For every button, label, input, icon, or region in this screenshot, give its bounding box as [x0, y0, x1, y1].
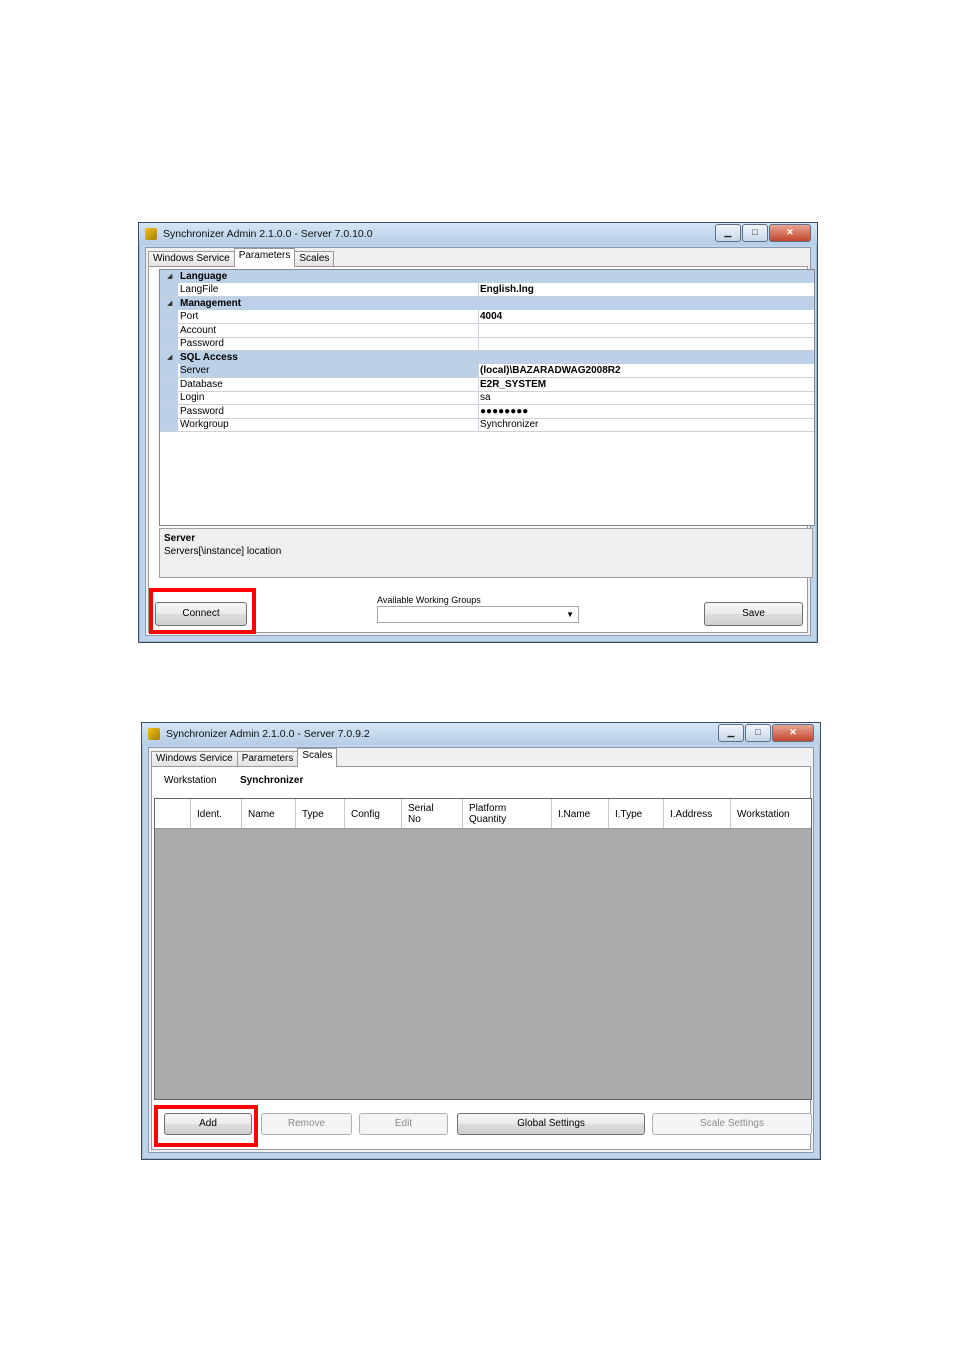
property-name: Password	[180, 405, 479, 418]
maximize-icon[interactable]: □	[745, 724, 771, 742]
window-client: Windows Service Parameters Scales ◢ Lang…	[145, 247, 815, 636]
maximize-icon[interactable]: □	[742, 224, 768, 242]
table-header: Ident. Name Type Config Serial No Platfo…	[155, 799, 811, 829]
column-header-config[interactable]: Config	[345, 799, 402, 828]
title-bar[interactable]: Synchronizer Admin 2.1.0.0 - Server 7.0.…	[139, 223, 817, 245]
save-button[interactable]: Save	[704, 602, 803, 626]
category-management[interactable]: ◢ Management	[160, 297, 814, 310]
tab-parameters[interactable]: Parameters	[233, 248, 296, 267]
connect-highlight	[149, 588, 256, 634]
category-label: Language	[180, 271, 228, 282]
tab-parameters[interactable]: Parameters	[236, 751, 299, 767]
column-header-type[interactable]: Type	[296, 799, 345, 828]
parameters-window: Synchronizer Admin 2.1.0.0 - Server 7.0.…	[138, 222, 818, 643]
app-icon	[145, 228, 157, 240]
description-panel: Server Servers[\instance] location	[159, 528, 813, 578]
property-name: LangFile	[180, 283, 479, 296]
property-row-sql-password[interactable]: Password ●●●●●●●●	[160, 405, 814, 419]
property-value[interactable]: English.lng	[480, 283, 534, 296]
row-header-column	[155, 799, 191, 828]
column-header-itype[interactable]: I.Type	[609, 799, 664, 828]
column-header-iname[interactable]: I.Name	[552, 799, 609, 828]
remove-button[interactable]: Remove	[261, 1113, 352, 1135]
property-row-port[interactable]: Port 4004	[160, 310, 814, 324]
tab-strip: Windows Service Parameters Scales	[151, 748, 338, 767]
column-header-serial-no[interactable]: Serial No	[402, 799, 463, 828]
property-grid[interactable]: ◢ Language LangFile English.lng ◢ Manage…	[159, 269, 815, 526]
tab-windows-service[interactable]: Windows Service	[148, 251, 235, 267]
property-name: Password	[180, 337, 479, 350]
property-row-password[interactable]: Password	[160, 337, 814, 351]
collapse-arrow-icon[interactable]: ◢	[167, 353, 172, 361]
close-icon[interactable]: ✕	[772, 724, 814, 742]
tab-strip: Windows Service Parameters Scales	[148, 248, 335, 267]
category-label: Management	[180, 298, 242, 309]
edit-button[interactable]: Edit	[359, 1113, 448, 1135]
scale-settings-button[interactable]: Scale Settings	[652, 1113, 812, 1135]
window-client: Windows Service Parameters Scales Workst…	[148, 747, 814, 1153]
window-title: Synchronizer Admin 2.1.0.0 - Server 7.0.…	[166, 728, 370, 740]
tab-scales[interactable]: Scales	[294, 251, 335, 267]
collapse-arrow-icon[interactable]: ◢	[167, 272, 172, 280]
property-name: Login	[180, 391, 479, 404]
property-name: Port	[180, 310, 479, 323]
workstation-value: Synchronizer	[240, 775, 304, 786]
title-bar[interactable]: Synchronizer Admin 2.1.0.0 - Server 7.0.…	[142, 723, 820, 745]
window-title: Synchronizer Admin 2.1.0.0 - Server 7.0.…	[163, 228, 373, 240]
property-value[interactable]: E2R_SYSTEM	[480, 378, 546, 391]
working-groups-dropdown[interactable]: ▼	[377, 606, 579, 623]
property-row-account[interactable]: Account	[160, 324, 814, 338]
add-highlight	[154, 1105, 258, 1147]
parameters-page: ◢ Language LangFile English.lng ◢ Manage…	[148, 266, 815, 633]
property-value[interactable]: Synchronizer	[480, 418, 538, 431]
category-sql-access[interactable]: ◢ SQL Access	[160, 351, 814, 364]
tab-windows-service[interactable]: Windows Service	[151, 751, 238, 767]
column-header-workstation[interactable]: Workstation	[731, 799, 810, 828]
global-settings-button[interactable]: Global Settings	[457, 1113, 645, 1135]
property-row-langfile[interactable]: LangFile English.lng	[160, 283, 814, 297]
dropdown-arrow-icon[interactable]: ▼	[566, 610, 574, 619]
workstation-label: Workstation	[164, 775, 217, 786]
scales-window: Synchronizer Admin 2.1.0.0 - Server 7.0.…	[141, 722, 821, 1160]
column-header-iaddress[interactable]: I.Address	[664, 799, 731, 828]
tab-scales[interactable]: Scales	[297, 748, 338, 767]
property-value[interactable]: (local)\BAZARADWAG2008R2	[480, 364, 621, 377]
description-text: Servers[\instance] location	[164, 546, 282, 557]
minimize-icon[interactable]: ▁	[715, 224, 741, 242]
working-groups-label: Available Working Groups	[377, 595, 481, 605]
property-name: Account	[180, 324, 479, 337]
column-header-ident[interactable]: Ident.	[191, 799, 242, 828]
description-title: Server	[164, 533, 196, 544]
property-name: Workgroup	[180, 418, 479, 431]
column-header-name[interactable]: Name	[242, 799, 296, 828]
property-value[interactable]: 4004	[480, 310, 502, 323]
scales-page: Workstation Synchronizer Ident. Name Typ…	[151, 766, 812, 1150]
minimize-icon[interactable]: ▁	[718, 724, 744, 742]
column-header-platform-quantity[interactable]: Platform Quantity	[463, 799, 552, 828]
property-row-login[interactable]: Login sa	[160, 391, 814, 405]
close-icon[interactable]: ✕	[769, 224, 811, 242]
property-value[interactable]: ●●●●●●●●	[480, 405, 528, 418]
category-label: SQL Access	[180, 352, 238, 363]
property-row-server[interactable]: Server (local)\BAZARADWAG2008R2	[160, 364, 814, 378]
app-icon	[148, 728, 160, 740]
property-value[interactable]: sa	[480, 391, 491, 404]
category-language[interactable]: ◢ Language	[160, 270, 814, 283]
collapse-arrow-icon[interactable]: ◢	[167, 299, 172, 307]
property-name: Database	[180, 378, 479, 391]
property-name: Server	[180, 364, 479, 377]
scales-table[interactable]: Ident. Name Type Config Serial No Platfo…	[154, 798, 812, 1100]
property-row-workgroup[interactable]: Workgroup Synchronizer	[160, 418, 814, 432]
property-row-database[interactable]: Database E2R_SYSTEM	[160, 378, 814, 392]
